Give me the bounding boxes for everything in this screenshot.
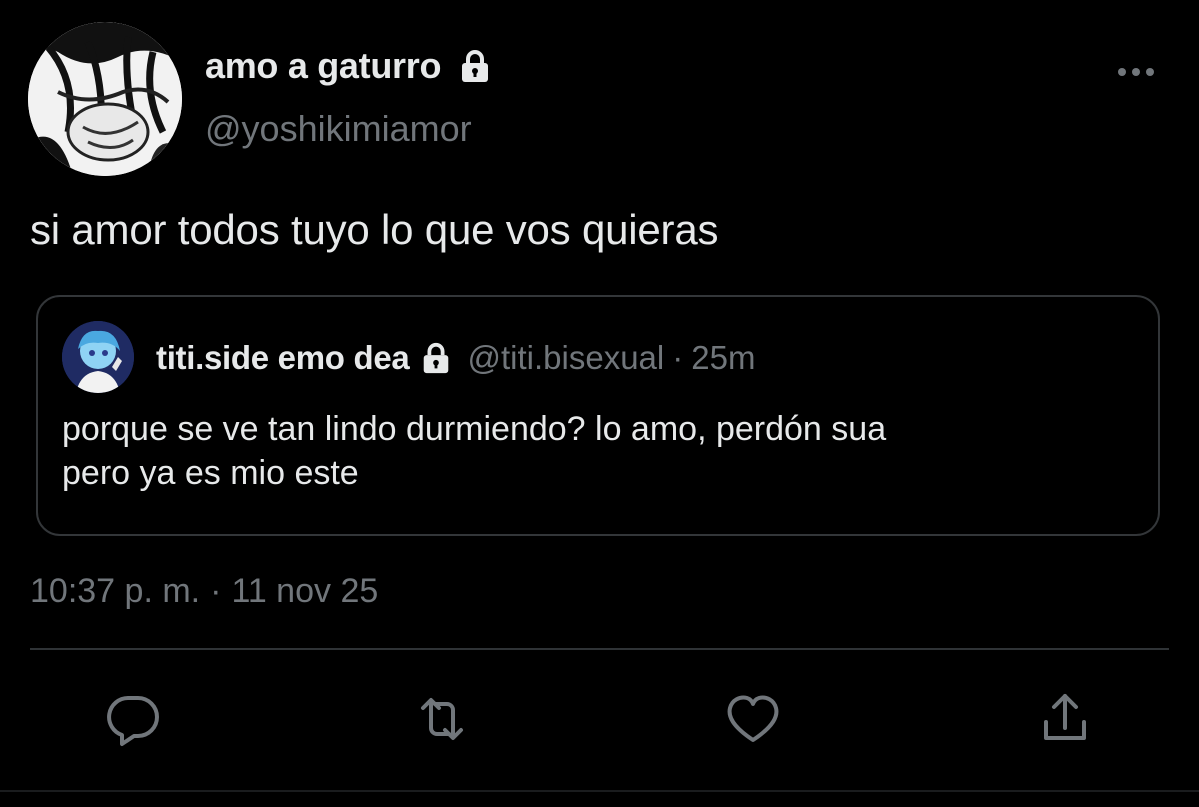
author-display-name[interactable]: amo a gaturro — [205, 45, 441, 87]
quoted-author-handle[interactable]: @titi.bisexual — [467, 339, 664, 377]
tweet-timestamp: 10:37 p. m. · 11 nov 25 — [30, 572, 378, 611]
tweet-date[interactable]: 11 nov 25 — [231, 572, 378, 610]
tweet-time[interactable]: 10:37 p. m. — [30, 572, 200, 610]
tweet-detail: amo a gaturro @yoshikimiamor si amor tod… — [0, 0, 1199, 807]
like-button[interactable] — [722, 688, 784, 750]
bottom-divider — [0, 790, 1199, 792]
anime-avatar-image — [62, 321, 134, 393]
author-name-row: amo a gaturro — [205, 44, 493, 88]
reply-button[interactable] — [102, 688, 164, 750]
quoted-separator: · — [672, 339, 684, 376]
manga-avatar-image — [28, 22, 182, 176]
share-icon — [1044, 694, 1086, 740]
quoted-tweet-header: titi.side emo dea @titi.bisexual · 25m — [156, 337, 755, 379]
quoted-tweet-text-line: porque se ve tan lindo durmiendo? lo amo… — [62, 410, 887, 448]
share-button[interactable] — [1034, 688, 1096, 750]
retweet-button[interactable] — [411, 688, 473, 750]
lock-icon — [457, 48, 493, 84]
author-handle[interactable]: @yoshikimiamor — [205, 108, 472, 150]
quoted-author-display-name[interactable]: titi.side emo dea — [156, 339, 410, 377]
more-dots-icon[interactable] — [1112, 58, 1160, 86]
quoted-tweet-time[interactable]: 25m — [691, 339, 755, 377]
retweet-icon — [421, 698, 463, 740]
author-avatar[interactable] — [28, 22, 182, 176]
quoted-author-avatar[interactable] — [62, 321, 134, 393]
heart-icon — [727, 695, 779, 742]
lock-icon — [419, 341, 453, 375]
timestamp-separator: · — [210, 572, 222, 610]
divider — [30, 648, 1169, 650]
quoted-tweet-text-line: pero ya es mio este — [62, 454, 359, 492]
quoted-tweet-text: porque se ve tan lindo durmiendo? lo amo… — [62, 407, 1102, 495]
reply-icon — [107, 696, 159, 746]
tweet-text: si amor todos tuyo lo que vos quieras — [30, 206, 719, 253]
quoted-tweet-card[interactable]: titi.side emo dea @titi.bisexual · 25m p… — [36, 295, 1160, 536]
